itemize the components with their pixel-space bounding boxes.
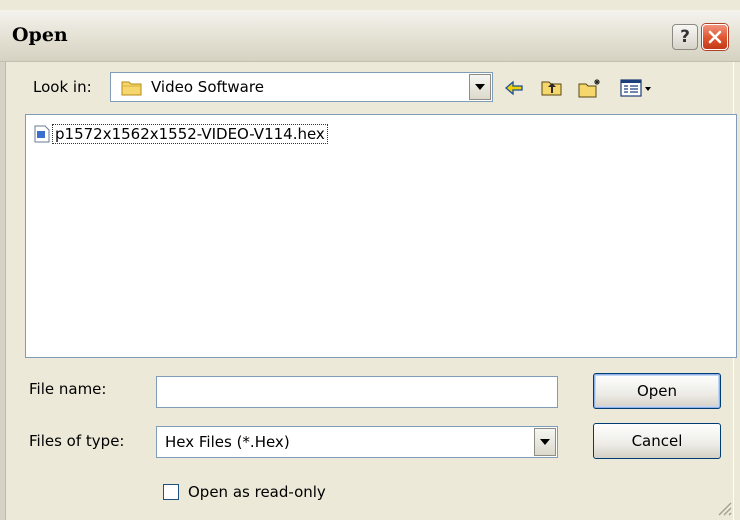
look-in-dropdown-button[interactable] [469, 74, 491, 100]
chevron-down-icon [475, 84, 485, 90]
folder-icon [121, 79, 143, 101]
files-of-type-label: Files of type: [29, 432, 125, 450]
up-folder-icon [541, 81, 562, 96]
file-list[interactable]: p1572x1562x1552-VIDEO-V114.hex [25, 114, 737, 358]
window-left-border [0, 62, 6, 520]
files-of-type-value: Hex Files (*.Hex) [165, 433, 290, 451]
close-button[interactable] [702, 24, 728, 50]
files-of-type-dropdown-button[interactable] [534, 428, 556, 456]
cancel-button[interactable]: Cancel [593, 423, 721, 459]
back-arrow-icon [505, 80, 523, 96]
help-icon: ? [680, 27, 690, 47]
look-in-label: Look in: [33, 78, 92, 96]
dialog-title: Open [12, 24, 68, 46]
close-icon [708, 30, 722, 44]
title-bar[interactable]: Open ? [0, 10, 740, 62]
look-in-value: Video Software [151, 78, 264, 96]
read-only-label: Open as read-only [188, 483, 326, 501]
new-folder-icon [578, 79, 600, 98]
up-folder-button[interactable] [538, 74, 566, 102]
look-in-combobox[interactable]: Video Software [110, 72, 493, 102]
open-dialog: Open ? Look in: Video Software p1572x156… [0, 0, 740, 520]
back-button[interactable] [500, 74, 528, 102]
resize-grip-icon[interactable] [716, 500, 732, 516]
new-folder-button[interactable] [576, 74, 604, 102]
file-name-input[interactable] [156, 376, 558, 408]
files-of-type-select[interactable]: Hex Files (*.Hex) [156, 426, 558, 458]
chevron-down-icon [540, 439, 550, 445]
view-menu-icon [620, 79, 651, 97]
open-button[interactable]: Open [593, 373, 721, 409]
read-only-checkbox[interactable] [163, 484, 179, 500]
view-menu-button[interactable] [618, 74, 664, 102]
list-item[interactable]: p1572x1562x1552-VIDEO-V114.hex [34, 123, 328, 145]
help-button[interactable]: ? [672, 24, 698, 50]
hex-file-icon [34, 125, 50, 143]
file-name-label: File name: [29, 380, 107, 398]
file-name: p1572x1562x1552-VIDEO-V114.hex [52, 124, 328, 144]
